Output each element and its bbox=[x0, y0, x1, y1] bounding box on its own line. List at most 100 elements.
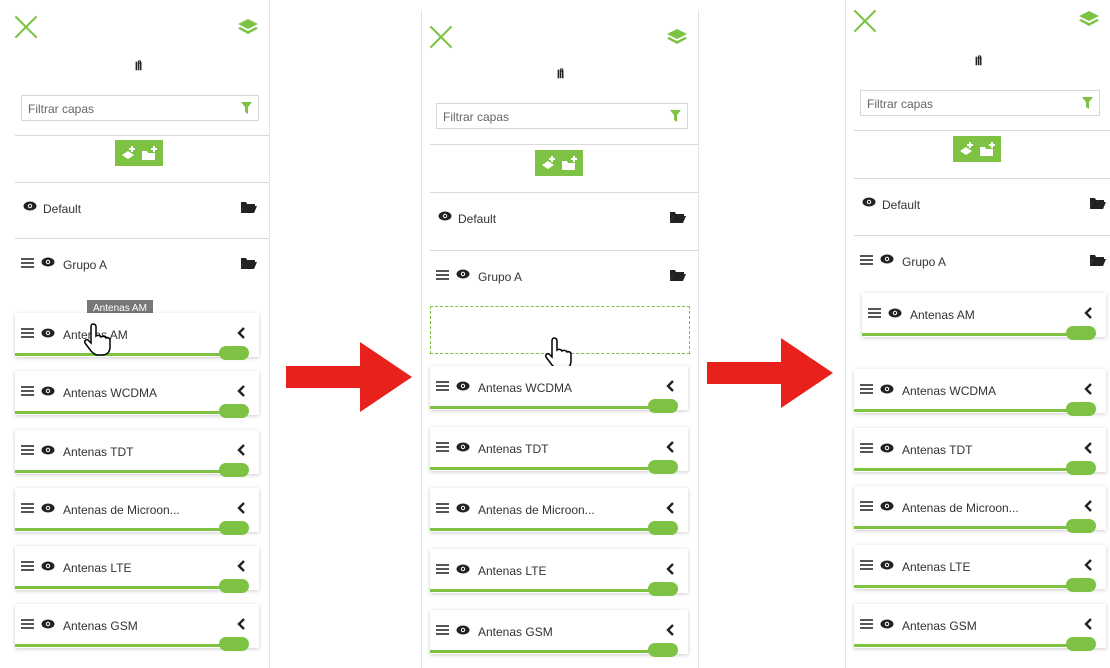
opacity-slider[interactable] bbox=[15, 637, 249, 651]
add-folder-icon[interactable] bbox=[141, 145, 158, 161]
chevron-left-icon[interactable] bbox=[666, 563, 674, 575]
slider-knob[interactable] bbox=[219, 637, 249, 651]
layer-row[interactable]: Antenas GSM bbox=[854, 604, 1106, 651]
slider-knob[interactable] bbox=[1066, 402, 1096, 416]
map-icon[interactable]: Ⅲ̊ bbox=[846, 55, 1110, 68]
eye-icon[interactable] bbox=[41, 386, 55, 396]
eye-icon[interactable] bbox=[41, 328, 55, 338]
layer-row[interactable]: Antenas GSM bbox=[15, 604, 259, 651]
eye-icon[interactable] bbox=[880, 560, 894, 570]
eye-icon[interactable] bbox=[456, 381, 470, 391]
layers-icon[interactable] bbox=[1078, 10, 1100, 28]
drag-handle-icon[interactable] bbox=[436, 442, 449, 452]
slider-knob[interactable] bbox=[219, 463, 249, 477]
slider-knob[interactable] bbox=[648, 460, 678, 474]
drag-handle-icon[interactable] bbox=[436, 503, 449, 513]
drag-handle-icon[interactable] bbox=[21, 386, 34, 396]
eye-icon[interactable] bbox=[41, 445, 55, 455]
drag-handle-icon[interactable] bbox=[860, 443, 873, 453]
drag-handle-icon[interactable] bbox=[21, 258, 34, 268]
chevron-left-icon[interactable] bbox=[1084, 500, 1092, 512]
slider-knob[interactable] bbox=[219, 346, 249, 360]
drag-handle-icon[interactable] bbox=[860, 255, 873, 265]
drag-handle-icon[interactable] bbox=[21, 561, 34, 571]
add-layer-icon[interactable] bbox=[958, 141, 975, 157]
opacity-slider[interactable] bbox=[854, 637, 1096, 651]
folder-open-icon[interactable] bbox=[670, 269, 686, 281]
chevron-left-icon[interactable] bbox=[237, 618, 245, 630]
layer-row[interactable]: Antenas TDT bbox=[15, 430, 259, 477]
folder-open-icon[interactable] bbox=[1090, 254, 1106, 266]
eye-icon[interactable] bbox=[41, 257, 55, 267]
group-a[interactable]: Grupo A bbox=[430, 255, 698, 295]
slider-knob[interactable] bbox=[648, 643, 678, 657]
eye-icon[interactable] bbox=[438, 211, 452, 221]
slider-knob[interactable] bbox=[1066, 461, 1096, 475]
eye-icon[interactable] bbox=[880, 501, 894, 511]
slider-knob[interactable] bbox=[1066, 326, 1096, 340]
layer-row[interactable]: Antenas LTE bbox=[430, 549, 688, 596]
eye-icon[interactable] bbox=[880, 619, 894, 629]
group-default[interactable]: Default bbox=[854, 183, 1110, 223]
opacity-slider[interactable] bbox=[430, 399, 678, 413]
drag-handle-icon[interactable] bbox=[21, 503, 34, 513]
chevron-left-icon[interactable] bbox=[237, 502, 245, 514]
add-folder-icon[interactable] bbox=[561, 155, 578, 171]
opacity-slider[interactable] bbox=[430, 582, 678, 596]
eye-icon[interactable] bbox=[880, 254, 894, 264]
chevron-left-icon[interactable] bbox=[237, 327, 245, 339]
filter-icon[interactable] bbox=[241, 101, 252, 115]
chevron-left-icon[interactable] bbox=[1084, 383, 1092, 395]
opacity-slider[interactable] bbox=[854, 519, 1096, 533]
opacity-slider[interactable] bbox=[430, 643, 678, 657]
eye-icon[interactable] bbox=[880, 384, 894, 394]
layer-row[interactable]: Antenas de Microon... bbox=[430, 488, 688, 535]
map-icon[interactable]: Ⅲ̊ bbox=[7, 60, 269, 73]
opacity-slider[interactable] bbox=[854, 578, 1096, 592]
layer-row[interactable]: Antenas WCDMA bbox=[15, 371, 259, 418]
close-icon[interactable] bbox=[13, 14, 39, 40]
opacity-slider[interactable] bbox=[15, 463, 249, 477]
chevron-left-icon[interactable] bbox=[237, 560, 245, 572]
eye-icon[interactable] bbox=[456, 503, 470, 513]
folder-open-icon[interactable] bbox=[1090, 197, 1106, 209]
folder-open-icon[interactable] bbox=[241, 201, 257, 213]
filter-layers-input[interactable]: Filtrar capas bbox=[436, 103, 688, 129]
slider-knob[interactable] bbox=[219, 404, 249, 418]
drag-handle-icon[interactable] bbox=[21, 328, 34, 338]
layers-icon[interactable] bbox=[666, 28, 688, 46]
drag-handle-icon[interactable] bbox=[436, 381, 449, 391]
eye-icon[interactable] bbox=[456, 564, 470, 574]
chevron-left-icon[interactable] bbox=[1084, 442, 1092, 454]
eye-icon[interactable] bbox=[41, 619, 55, 629]
folder-open-icon[interactable] bbox=[241, 257, 257, 269]
layer-row[interactable]: Antenas GSM bbox=[430, 610, 688, 657]
filter-layers-input[interactable]: Filtrar capas bbox=[860, 90, 1100, 116]
layers-icon[interactable] bbox=[237, 18, 259, 36]
eye-icon[interactable] bbox=[23, 201, 37, 211]
opacity-slider[interactable] bbox=[430, 521, 678, 535]
chevron-left-icon[interactable] bbox=[666, 380, 674, 392]
eye-icon[interactable] bbox=[888, 308, 902, 318]
eye-icon[interactable] bbox=[880, 443, 894, 453]
drag-handle-icon[interactable] bbox=[860, 560, 873, 570]
opacity-slider[interactable] bbox=[15, 521, 249, 535]
layer-row[interactable]: Antenas TDT bbox=[430, 427, 688, 474]
drag-handle-icon[interactable] bbox=[436, 625, 449, 635]
eye-icon[interactable] bbox=[456, 625, 470, 635]
drag-handle-icon[interactable] bbox=[868, 308, 881, 318]
folder-open-icon[interactable] bbox=[670, 211, 686, 223]
eye-icon[interactable] bbox=[41, 503, 55, 513]
chevron-left-icon[interactable] bbox=[1084, 559, 1092, 571]
add-layer-icon[interactable] bbox=[120, 145, 137, 161]
slider-knob[interactable] bbox=[648, 399, 678, 413]
slider-knob[interactable] bbox=[1066, 637, 1096, 651]
layer-row[interactable]: Antenas WCDMA bbox=[854, 369, 1106, 416]
layer-row[interactable]: Antenas TDT bbox=[854, 428, 1106, 475]
filter-icon[interactable] bbox=[1082, 96, 1093, 110]
add-layer-icon[interactable] bbox=[540, 155, 557, 171]
drag-handle-icon[interactable] bbox=[860, 501, 873, 511]
slider-knob[interactable] bbox=[1066, 578, 1096, 592]
opacity-slider[interactable] bbox=[862, 326, 1096, 340]
slider-knob[interactable] bbox=[648, 521, 678, 535]
